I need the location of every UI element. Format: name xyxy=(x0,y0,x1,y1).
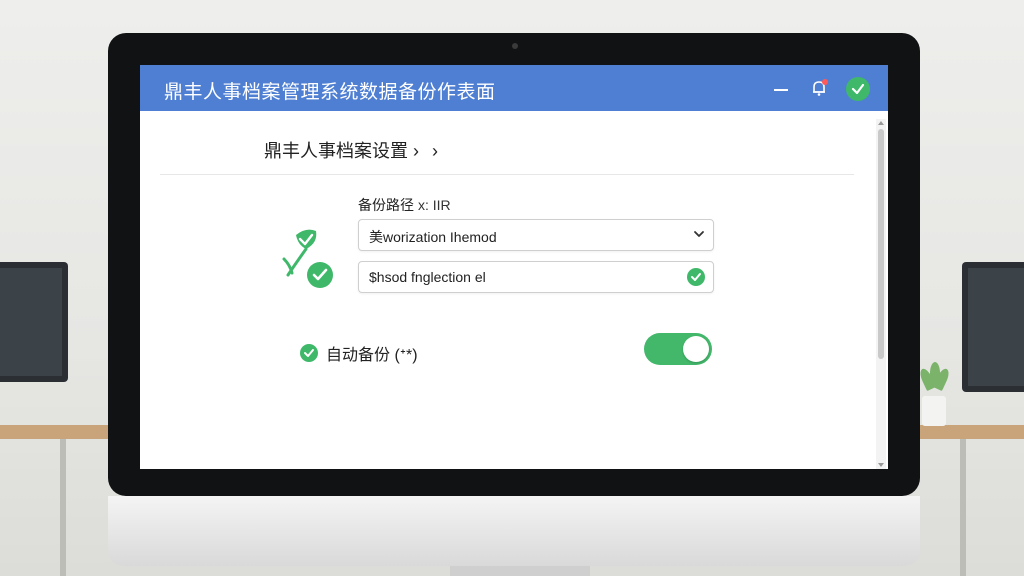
app-window: 鼎丰人事档案管理系统数据备份作表面 鼎丰人事档案设置 › › 备份路径 x: II… xyxy=(140,65,888,469)
vertical-scrollbar[interactable] xyxy=(876,119,886,469)
auto-backup-label: 自动备份 (ᐩ*) xyxy=(326,347,418,364)
leaf-check-icon xyxy=(282,229,333,288)
scrollbar-thumb[interactable] xyxy=(878,129,884,359)
toggle-knob xyxy=(683,336,709,362)
breadcrumb-label: 鼎丰人事档案设置 xyxy=(264,141,408,161)
scroll-down-icon[interactable] xyxy=(877,462,885,468)
plant-pot xyxy=(922,396,946,426)
auto-backup-toggle[interactable] xyxy=(644,333,712,365)
chevron-down-icon[interactable] xyxy=(693,228,705,240)
notification-dot xyxy=(822,79,828,85)
monitor-stand xyxy=(450,566,590,576)
monitor-chin xyxy=(108,496,920,566)
desk-leg xyxy=(60,439,66,576)
backup-illustration xyxy=(276,223,340,295)
backup-path-select[interactable]: 美worization Ihemod xyxy=(358,219,714,251)
camera-icon xyxy=(512,43,518,49)
background-desk-right xyxy=(920,425,1024,439)
desk-leg xyxy=(960,439,966,576)
minimize-icon[interactable] xyxy=(774,89,788,91)
window-title: 鼎丰人事档案管理系统数据备份作表面 xyxy=(164,82,496,103)
backup-path-label: 备份路径 x: IIR xyxy=(358,195,451,215)
background-monitor-left xyxy=(0,262,68,382)
auto-backup-row: 自动备份 (ᐩ*) xyxy=(300,341,418,365)
title-bar: 鼎丰人事档案管理系统数据备份作表面 xyxy=(140,65,888,111)
check-circle-icon xyxy=(300,344,318,362)
divider xyxy=(160,174,854,175)
valid-check-icon xyxy=(687,268,705,286)
backup-path-select-value: 美worization Ihemod xyxy=(369,229,497,245)
background-desk-left xyxy=(0,425,108,439)
backup-target-value: $hsod fnglection el xyxy=(369,269,486,285)
backup-target-field[interactable]: $hsod fnglection el xyxy=(358,261,714,293)
bell-icon[interactable] xyxy=(810,79,828,97)
scroll-up-icon[interactable] xyxy=(877,120,885,126)
backup-path-hint: x: IIR xyxy=(418,197,451,213)
breadcrumb-separator: › xyxy=(413,141,420,161)
check-icon[interactable] xyxy=(846,77,870,101)
backup-path-label-text: 备份路径 xyxy=(358,197,414,213)
plant xyxy=(917,360,952,396)
breadcrumb: 鼎丰人事档案设置 › › xyxy=(264,137,438,163)
background-monitor-right xyxy=(962,262,1024,392)
chevron-right-icon[interactable]: › xyxy=(432,141,438,161)
